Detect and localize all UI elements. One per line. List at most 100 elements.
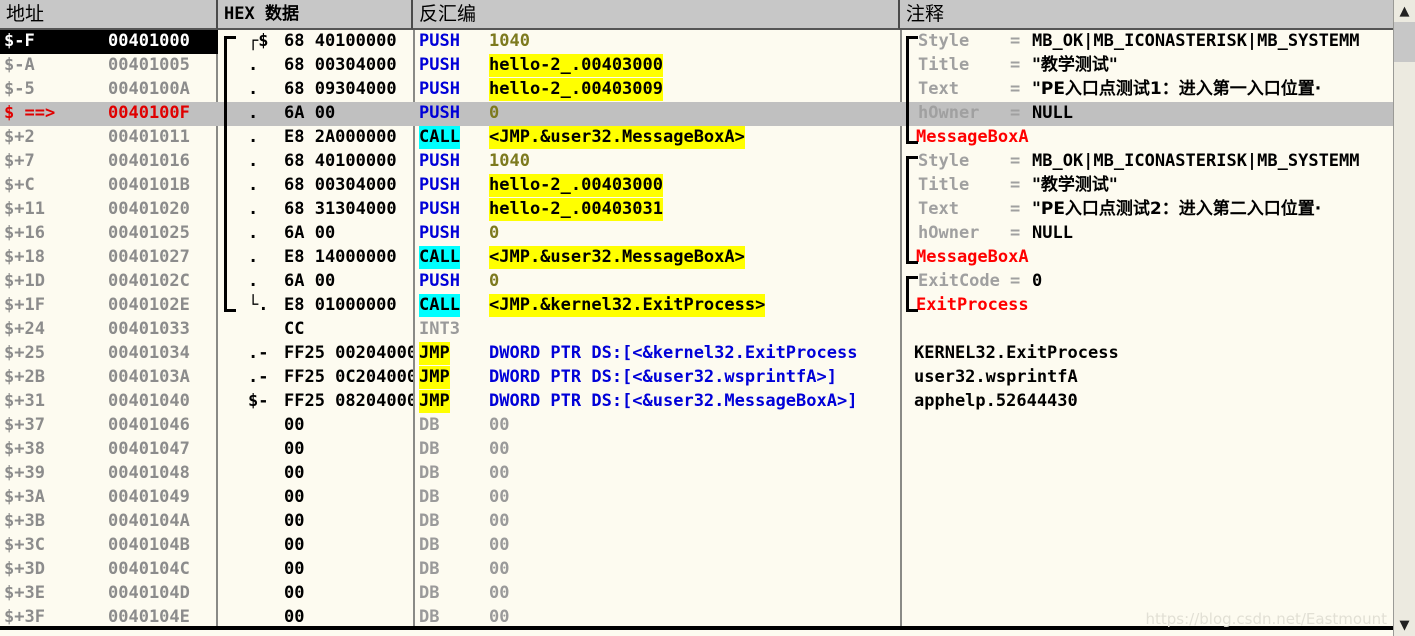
cell-comment[interactable]: hOwner = NULL <box>902 102 1393 126</box>
cell-address[interactable]: $-F 00401000 <box>0 30 218 54</box>
cell-address[interactable]: $+39 00401048 <box>0 462 218 486</box>
cell-address[interactable]: $+2 00401011 <box>0 126 218 150</box>
cell-address[interactable]: $+3D 0040104C <box>0 558 218 582</box>
cell-address[interactable]: $+3B 0040104A <box>0 510 218 534</box>
cell-hex-data[interactable]: . E8 14000000 <box>220 246 413 270</box>
cell-comment[interactable] <box>902 318 1393 342</box>
cell-disassembly[interactable]: DB 00 <box>415 606 900 630</box>
table-row[interactable]: $+16 00401025. 6A 00 PUSH 0 hOwner = NULL <box>0 222 1393 246</box>
cell-comment[interactable] <box>902 582 1393 606</box>
table-row[interactable]: $-A 00401005. 68 00304000 PUSH hello-2_.0040… <box>0 54 1393 78</box>
cell-disassembly[interactable]: CALL <JMP.&user32.MessageBoxA> <box>415 246 900 270</box>
cell-hex-data[interactable]: . 6A 00 <box>220 222 413 246</box>
table-row[interactable]: $+25 00401034 .- FF25 00204000 JMP DWORD PTR … <box>0 342 1393 366</box>
table-row[interactable]: $+38 00401047 00 DB 00 <box>0 438 1393 462</box>
cell-hex-data[interactable]: 00 <box>220 414 413 438</box>
table-row[interactable]: $+39 00401048 00 DB 00 <box>0 462 1393 486</box>
cell-hex-data[interactable]: 00 <box>220 462 413 486</box>
disassembly-grid[interactable]: $-F 00401000 ┌$ 68 40100000 PUSH 1040 Style = MB… <box>0 30 1393 630</box>
table-row[interactable]: $+3C 0040104B 00 DB 00 <box>0 534 1393 558</box>
table-row[interactable]: $+3E 0040104D 00 DB 00 <box>0 582 1393 606</box>
cell-disassembly[interactable]: DB 00 <box>415 462 900 486</box>
cell-disassembly[interactable]: PUSH hello-2_.00403031 <box>415 198 900 222</box>
column-header-comment[interactable]: 注释 <box>900 0 1415 30</box>
cell-address[interactable]: $+7 00401016 <box>0 150 218 174</box>
cell-comment[interactable]: Style = MB_OK|MB_ICONASTERISK|MB_SYSTEMM <box>902 150 1393 174</box>
column-header-hex[interactable]: HEX 数据 <box>218 0 413 30</box>
cell-comment[interactable]: Style = MB_OK|MB_ICONASTERISK|MB_SYSTEMM <box>902 30 1393 54</box>
cell-address[interactable]: $+2B 0040103A <box>0 366 218 390</box>
cell-disassembly[interactable]: PUSH hello-2_.00403009 <box>415 78 900 102</box>
cell-hex-data[interactable]: 00 <box>220 510 413 534</box>
table-row[interactable]: $+3B 0040104A 00 DB 00 <box>0 510 1393 534</box>
cell-address[interactable]: $-5 0040100A <box>0 78 218 102</box>
cell-disassembly[interactable]: DB 00 <box>415 438 900 462</box>
table-row[interactable]: $+3D 0040104C 00 DB 00 <box>0 558 1393 582</box>
table-row[interactable]: $+37 00401046 00 DB 00 <box>0 414 1393 438</box>
cell-hex-data[interactable]: . E8 2A000000 <box>220 126 413 150</box>
table-row[interactable]: $-5 0040100A. 68 09304000 PUSH hello-2_.0040… <box>0 78 1393 102</box>
table-row[interactable]: $+1F 0040102E └. E8 01000000 CALL <JMP.&kerne… <box>0 294 1393 318</box>
cell-hex-data[interactable]: 00 <box>220 486 413 510</box>
table-row[interactable]: $+1D 0040102C. 6A 00 PUSH 0 ExitCode = 0 <box>0 270 1393 294</box>
cell-disassembly[interactable]: JMP DWORD PTR DS:[<&user32.wsprintfA>] <box>415 366 900 390</box>
table-row[interactable]: $+31 00401040 $- FF25 08204000 JMP DWORD PTR … <box>0 390 1393 414</box>
cell-address[interactable]: $+C 0040101B <box>0 174 218 198</box>
cell-hex-data[interactable]: 00 <box>220 534 413 558</box>
table-row[interactable]: $-F 00401000 ┌$ 68 40100000 PUSH 1040 Style = MB… <box>0 30 1393 54</box>
cell-disassembly[interactable]: DB 00 <box>415 510 900 534</box>
cell-disassembly[interactable]: INT3 <box>415 318 900 342</box>
cell-disassembly[interactable]: PUSH hello-2_.00403000 <box>415 54 900 78</box>
cell-hex-data[interactable]: 00 <box>220 558 413 582</box>
cell-address[interactable]: $+3E 0040104D <box>0 582 218 606</box>
cell-address[interactable]: $+31 00401040 <box>0 390 218 414</box>
cell-disassembly[interactable]: JMP DWORD PTR DS:[<&kernel32.ExitProcess <box>415 342 900 366</box>
cell-disassembly[interactable]: DB 00 <box>415 558 900 582</box>
cell-address[interactable]: $ ==> 0040100F <box>0 102 218 126</box>
cell-address[interactable]: $-A 00401005 <box>0 54 218 78</box>
cell-disassembly[interactable]: DB 00 <box>415 582 900 606</box>
cell-hex-data[interactable]: . 68 09304000 <box>220 78 413 102</box>
cell-comment[interactable]: ExitProcess <box>902 294 1393 318</box>
table-row[interactable]: $+24 00401033 CC INT3 <box>0 318 1393 342</box>
cell-comment[interactable] <box>902 510 1393 534</box>
cell-hex-data[interactable]: . 68 31304000 <box>220 198 413 222</box>
cell-hex-data[interactable]: . 68 00304000 <box>220 174 413 198</box>
cell-comment[interactable] <box>902 534 1393 558</box>
cell-comment[interactable]: MessageBoxA <box>902 246 1393 270</box>
cell-disassembly[interactable]: DB 00 <box>415 486 900 510</box>
table-row[interactable]: $+18 00401027. E8 14000000 CALL <JMP.&user32… <box>0 246 1393 270</box>
cell-comment[interactable]: Title = "教学测试" <box>902 54 1393 78</box>
cell-address[interactable]: $+18 00401027 <box>0 246 218 270</box>
cell-address[interactable]: $+3F 0040104E <box>0 606 218 630</box>
cell-disassembly[interactable]: PUSH 0 <box>415 102 900 126</box>
cell-comment[interactable] <box>902 438 1393 462</box>
cell-address[interactable]: $+16 00401025 <box>0 222 218 246</box>
column-header-disassembly[interactable]: 反汇编 <box>413 0 900 30</box>
cell-address[interactable]: $+3C 0040104B <box>0 534 218 558</box>
scrollbar-thumb[interactable] <box>1394 22 1415 62</box>
cell-disassembly[interactable]: PUSH 0 <box>415 270 900 294</box>
cell-comment[interactable]: ExitCode = 0 <box>902 270 1393 294</box>
cell-comment[interactable]: apphelp.52644430 <box>902 390 1393 414</box>
cell-hex-data[interactable]: . 6A 00 <box>220 102 413 126</box>
cell-disassembly[interactable]: DB 00 <box>415 534 900 558</box>
scroll-up-button[interactable]: ▲ <box>1394 0 1415 22</box>
table-row[interactable]: $+C 0040101B. 68 00304000 PUSH hello-2_.0040… <box>0 174 1393 198</box>
cell-address[interactable]: $+24 00401033 <box>0 318 218 342</box>
cell-hex-data[interactable]: . 68 00304000 <box>220 54 413 78</box>
cell-address[interactable]: $+38 00401047 <box>0 438 218 462</box>
table-row[interactable]: $+11 00401020. 68 31304000 PUSH hello-2_.004… <box>0 198 1393 222</box>
cell-comment[interactable]: Title = "教学测试" <box>902 174 1393 198</box>
cell-hex-data[interactable]: 00 <box>220 582 413 606</box>
cell-comment[interactable]: Text = "PE入口点测试2：进入第二入口位置· <box>902 198 1393 222</box>
cell-disassembly[interactable]: CALL <JMP.&kernel32.ExitProcess> <box>415 294 900 318</box>
cell-disassembly[interactable]: CALL <JMP.&user32.MessageBoxA> <box>415 126 900 150</box>
cell-address[interactable]: $+3A 00401049 <box>0 486 218 510</box>
cell-comment[interactable]: user32.wsprintfA <box>902 366 1393 390</box>
table-row[interactable]: $+2 00401011. E8 2A000000 CALL <JMP.&user32.… <box>0 126 1393 150</box>
cell-disassembly[interactable]: PUSH 1040 <box>415 30 900 54</box>
cell-address[interactable]: $+37 00401046 <box>0 414 218 438</box>
cell-comment[interactable]: MessageBoxA <box>902 126 1393 150</box>
cell-comment[interactable]: KERNEL32.ExitProcess <box>902 342 1393 366</box>
